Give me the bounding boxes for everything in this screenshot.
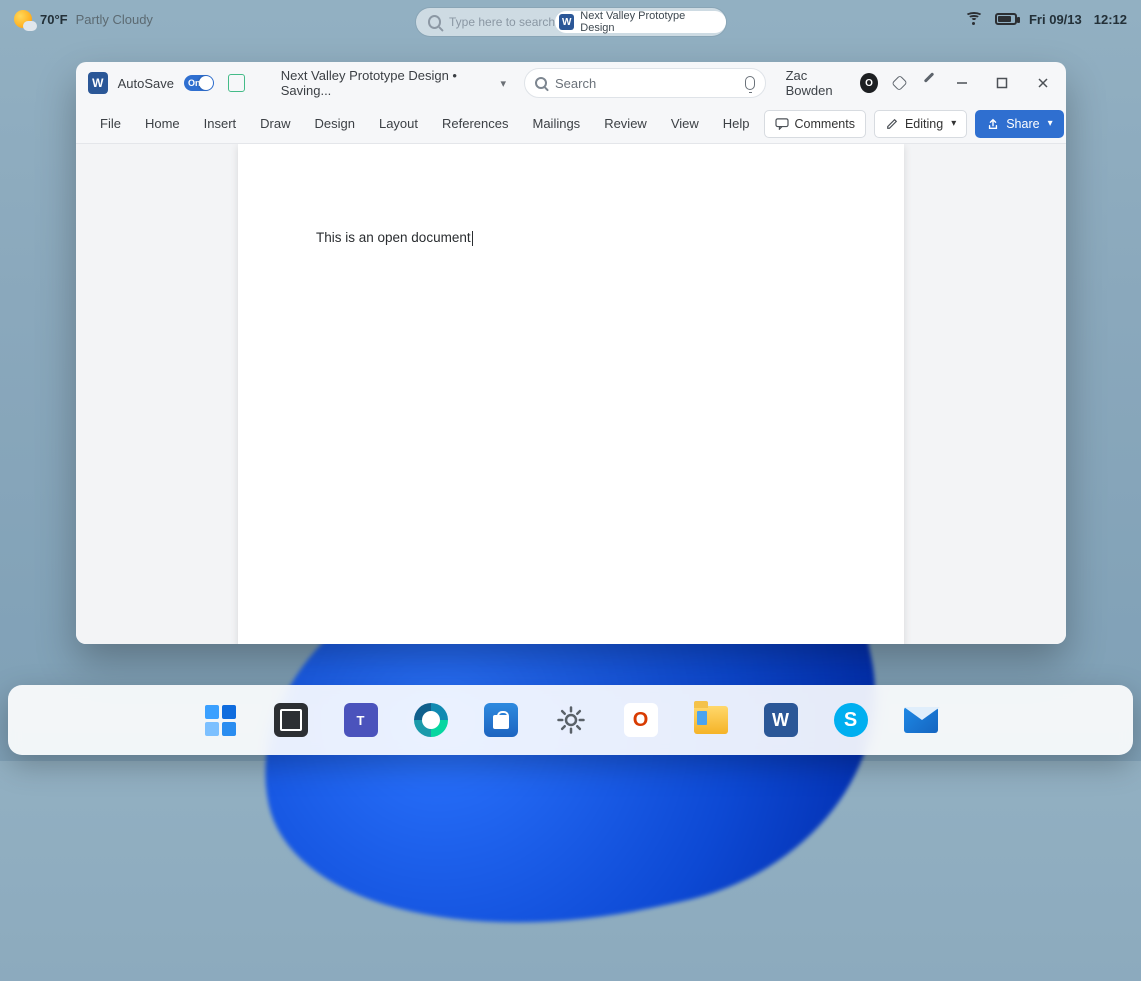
document-title[interactable]: Next Valley Prototype Design • Saving... bbox=[281, 68, 487, 98]
wifi-icon[interactable] bbox=[965, 12, 983, 26]
tab-layout[interactable]: Layout bbox=[369, 110, 428, 137]
weather-description: Partly Cloudy bbox=[76, 12, 153, 27]
taskbar-store[interactable] bbox=[484, 703, 518, 737]
tab-references[interactable]: References bbox=[432, 110, 518, 137]
chevron-down-icon: ▾ bbox=[951, 118, 956, 129]
taskbar-settings[interactable] bbox=[554, 703, 588, 737]
taskbar-word[interactable]: W bbox=[764, 703, 798, 737]
tab-help[interactable]: Help bbox=[713, 110, 760, 137]
taskbar-start[interactable] bbox=[204, 703, 238, 737]
weather-temperature: 70°F bbox=[40, 12, 68, 27]
comments-button[interactable]: Comments bbox=[764, 110, 866, 138]
word-search-bar[interactable]: Search bbox=[524, 68, 766, 98]
system-top-bar: 70°F Partly Cloudy Type here to search W… bbox=[0, 0, 1141, 38]
tab-review[interactable]: Review bbox=[594, 110, 657, 137]
taskbar-edge[interactable] bbox=[414, 703, 448, 737]
autosave-toggle[interactable]: On bbox=[184, 75, 214, 91]
system-search-placeholder: Type here to search bbox=[449, 15, 555, 29]
save-icon[interactable] bbox=[228, 74, 244, 92]
pencil-icon bbox=[885, 118, 899, 130]
system-date[interactable]: Fri 09/13 bbox=[1029, 12, 1082, 27]
system-search-bar[interactable]: Type here to search W Next Valley Protot… bbox=[416, 8, 726, 36]
word-search-placeholder: Search bbox=[555, 76, 596, 91]
minimize-button[interactable] bbox=[947, 68, 977, 98]
editing-label: Editing bbox=[905, 117, 943, 131]
toggle-knob-icon bbox=[199, 76, 213, 90]
search-icon bbox=[535, 77, 547, 89]
share-icon bbox=[986, 118, 1000, 130]
document-page[interactable]: This is an open document bbox=[238, 144, 904, 644]
user-avatar[interactable]: O bbox=[860, 73, 878, 93]
battery-icon[interactable] bbox=[995, 13, 1017, 25]
share-label: Share bbox=[1006, 117, 1039, 131]
system-time[interactable]: 12:12 bbox=[1094, 12, 1127, 27]
maximize-button[interactable] bbox=[987, 68, 1017, 98]
diamond-icon[interactable] bbox=[891, 75, 907, 91]
word-title-bar: W AutoSave On Next Valley Prototype Desi… bbox=[76, 62, 1066, 104]
weather-icon bbox=[14, 10, 32, 28]
ribbon-tabs: File Home Insert Draw Design Layout Refe… bbox=[76, 104, 1066, 144]
gear-icon bbox=[556, 705, 586, 735]
document-canvas[interactable]: This is an open document bbox=[76, 144, 1066, 644]
weather-widget[interactable]: 70°F Partly Cloudy bbox=[14, 10, 153, 28]
text-cursor bbox=[472, 231, 473, 246]
word-window: W AutoSave On Next Valley Prototype Desi… bbox=[76, 62, 1066, 644]
share-button[interactable]: Share ▾ bbox=[975, 110, 1063, 138]
word-app-icon: W bbox=[88, 72, 108, 94]
tab-mailings[interactable]: Mailings bbox=[523, 110, 591, 137]
search-icon bbox=[428, 15, 442, 29]
taskbar-task-view[interactable] bbox=[274, 703, 308, 737]
tab-home[interactable]: Home bbox=[135, 110, 190, 137]
tab-design[interactable]: Design bbox=[305, 110, 365, 137]
chevron-down-icon: ▾ bbox=[1048, 118, 1053, 129]
document-body-text: This is an open document bbox=[316, 230, 471, 245]
taskbar: T O W S bbox=[8, 685, 1133, 755]
taskbar-skype[interactable]: S bbox=[834, 703, 868, 737]
pen-icon[interactable] bbox=[921, 74, 937, 92]
tab-file[interactable]: File bbox=[90, 110, 131, 137]
tab-view[interactable]: View bbox=[661, 110, 709, 137]
user-name[interactable]: Zac Bowden bbox=[786, 68, 851, 98]
comments-label: Comments bbox=[795, 117, 855, 131]
taskbar-office[interactable]: O bbox=[624, 703, 658, 737]
system-search-chip-label: Next Valley Prototype Design bbox=[580, 10, 715, 34]
autosave-label: AutoSave bbox=[118, 76, 174, 91]
comment-icon bbox=[775, 118, 789, 130]
tab-draw[interactable]: Draw bbox=[250, 110, 300, 137]
system-search-suggestion-chip[interactable]: W Next Valley Prototype Design bbox=[555, 11, 725, 33]
word-badge-icon: W bbox=[559, 14, 574, 30]
taskbar-mail[interactable] bbox=[904, 703, 938, 737]
taskbar-file-explorer[interactable] bbox=[694, 703, 728, 737]
editing-mode-button[interactable]: Editing ▾ bbox=[874, 110, 967, 138]
close-button[interactable] bbox=[1028, 68, 1058, 98]
taskbar-teams[interactable]: T bbox=[344, 703, 378, 737]
microphone-icon[interactable] bbox=[745, 76, 755, 90]
chevron-down-icon[interactable]: ▾ bbox=[500, 77, 506, 90]
tab-insert[interactable]: Insert bbox=[194, 110, 247, 137]
